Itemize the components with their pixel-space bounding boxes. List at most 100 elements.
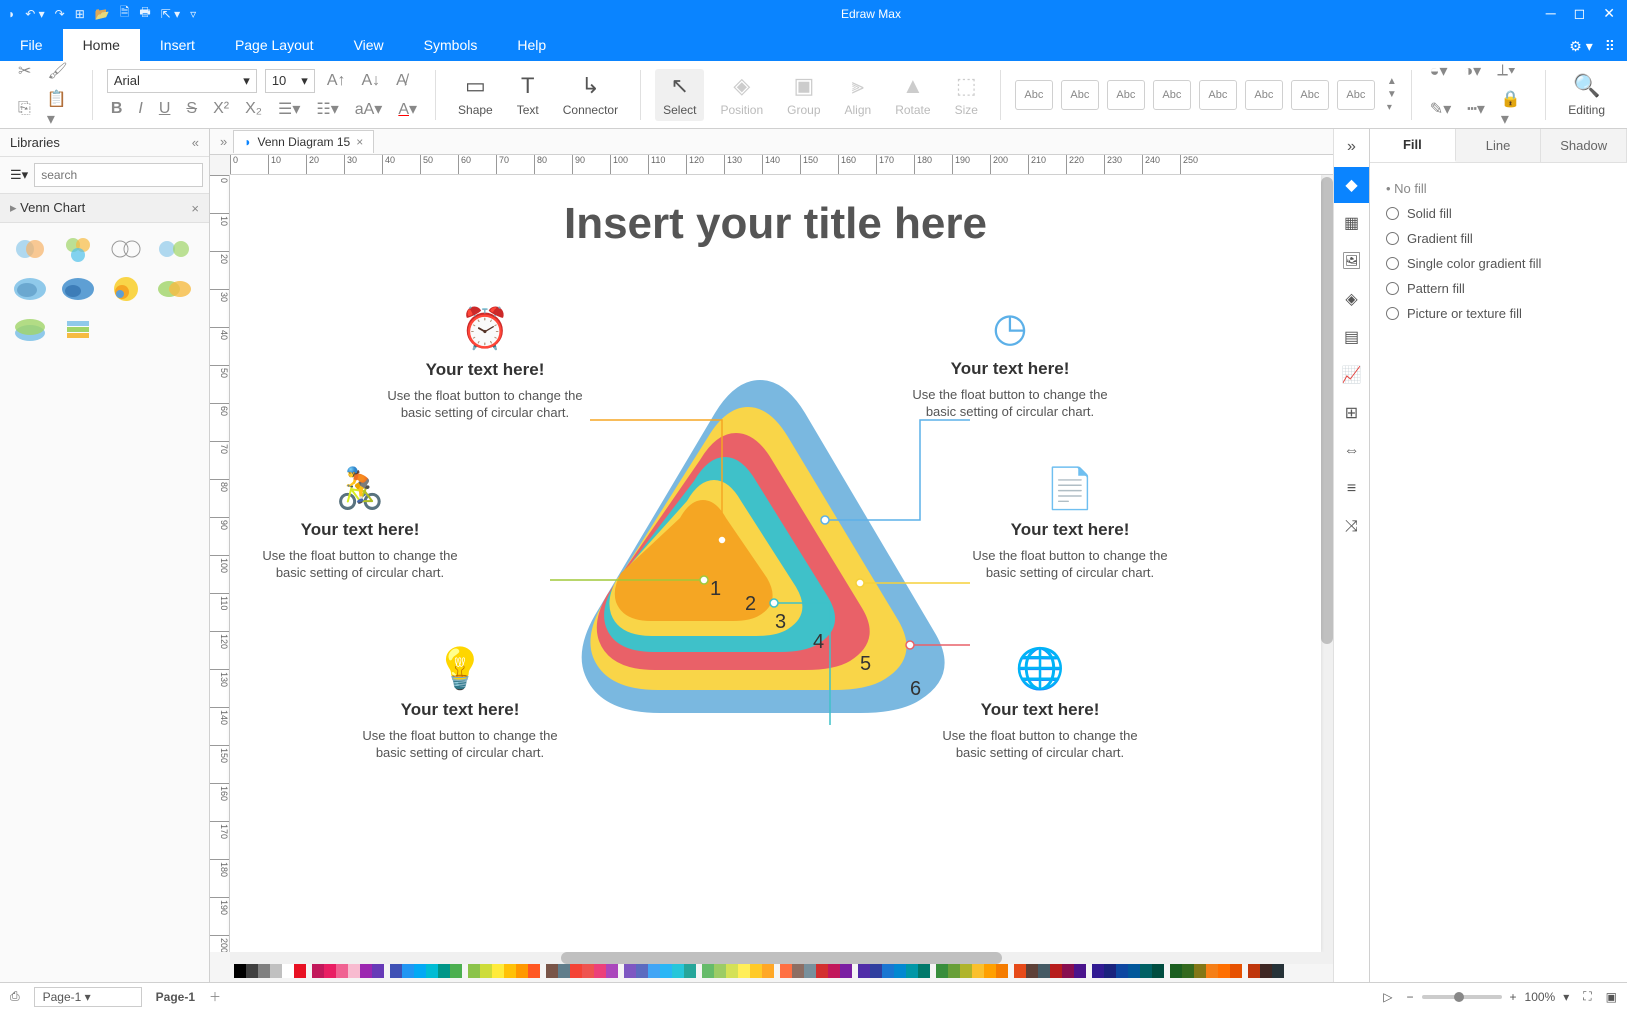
linespacing-icon[interactable]: ☰▾ [274,97,304,121]
color-swatch[interactable] [1194,964,1206,978]
zoom-value[interactable]: 100% [1525,990,1556,1004]
page-select[interactable]: Page-1 ▾ [34,987,142,1007]
color-swatch[interactable] [936,964,948,978]
color-swatch[interactable] [1140,964,1152,978]
color-swatch[interactable] [558,964,570,978]
color-swatch[interactable] [546,964,558,978]
shadow-icon[interactable]: ◑▾ [1459,59,1485,83]
bold-icon[interactable]: B [107,98,127,120]
color-swatch[interactable] [648,964,660,978]
style-scroll-icon[interactable]: ▲ [1387,76,1397,87]
lib-shape[interactable] [154,233,194,265]
color-swatch[interactable] [750,964,762,978]
color-swatch[interactable] [1182,964,1194,978]
color-swatch[interactable] [726,964,738,978]
color-swatch[interactable] [1092,964,1104,978]
color-swatch[interactable] [1248,964,1260,978]
menu-tab-insert[interactable]: Insert [140,29,215,61]
color-swatch[interactable] [360,964,372,978]
color-swatch[interactable] [504,964,516,978]
style-chip[interactable]: Abc [1291,80,1329,110]
strike-icon[interactable]: S [182,98,201,120]
collapse-libraries-icon[interactable]: « [192,135,199,150]
settings-icon[interactable]: ⚙ ▾ [1569,38,1592,55]
color-swatch[interactable] [816,964,828,978]
color-swatch[interactable] [660,964,672,978]
copy-icon[interactable]: ⎘ [14,98,35,120]
color-swatch[interactable] [972,964,984,978]
style-gallery[interactable]: AbcAbcAbcAbcAbcAbcAbcAbc▲▼▾ [1015,76,1397,113]
color-swatch[interactable] [1272,964,1284,978]
menu-tab-help[interactable]: Help [497,29,566,61]
lib-shape[interactable] [106,273,146,305]
color-swatch[interactable] [480,964,492,978]
shuffle-icon[interactable]: ⤨ [1334,509,1370,545]
color-swatch[interactable] [492,964,504,978]
lib-shape[interactable] [10,233,50,265]
scrollbar-h[interactable] [230,952,1333,964]
fill-option-pattern[interactable]: Pattern fill [1386,281,1611,296]
color-swatch[interactable] [870,964,882,978]
props-tab-shadow[interactable]: Shadow [1541,129,1627,162]
format-painter-icon[interactable]: 🖌 [43,59,71,83]
color-swatch[interactable] [1260,964,1272,978]
redo-icon[interactable]: ↷ [55,7,65,21]
font-select[interactable]: Arial▾ [107,69,257,93]
pen-icon[interactable]: ✎▾ [1426,97,1455,121]
color-swatch[interactable] [702,964,714,978]
paste-icon[interactable]: 📋▾ [43,87,78,131]
props-tab-line[interactable]: Line [1456,129,1542,162]
pages-icon[interactable]: ⎙ [10,989,20,1004]
library-search-input[interactable] [34,163,203,187]
color-swatch[interactable] [1026,964,1038,978]
color-swatch[interactable] [684,964,696,978]
callout-1[interactable]: ⏰ Your text here! Use the float button t… [385,305,585,422]
color-swatch[interactable] [258,964,270,978]
color-swatch[interactable] [918,964,930,978]
callout-6[interactable]: 🌐 Your text here! Use the float button t… [940,645,1140,762]
zoom-in-icon[interactable]: + [1510,990,1517,1004]
document-tab[interactable]: ◗ Venn Diagram 15 × [233,130,374,153]
print-icon[interactable]: 🖶 [139,3,150,24]
color-swatch[interactable] [984,964,996,978]
color-swatch[interactable] [1050,964,1062,978]
color-swatch[interactable] [894,964,906,978]
qat-more-icon[interactable]: ▿ [190,7,196,21]
menu-tab-file[interactable]: File [0,29,63,61]
fill-option-picture[interactable]: Picture or texture fill [1386,306,1611,321]
fill-option-solid[interactable]: Solid fill [1386,206,1611,221]
new-icon[interactable]: ⊞ [75,7,85,21]
onion-diagram[interactable]: 123456 [550,365,970,725]
color-swatch[interactable] [570,964,582,978]
theme-icon[interactable]: ◆ [1334,167,1370,203]
grid-icon[interactable]: ▦ [1334,205,1370,241]
text-button[interactable]: TText [509,69,547,121]
superscript-icon[interactable]: X² [209,98,233,120]
underline-icon[interactable]: U [155,98,175,120]
callout-4[interactable]: 📄 Your text here! Use the float button t… [970,465,1170,582]
color-swatch[interactable] [516,964,528,978]
color-swatch[interactable] [450,964,462,978]
fontcolor-icon[interactable]: A▾ [394,97,421,121]
color-swatch[interactable] [948,964,960,978]
color-swatch[interactable] [270,964,282,978]
color-swatch[interactable] [792,964,804,978]
menu-tab-symbols[interactable]: Symbols [404,29,498,61]
bullets-icon[interactable]: ☷▾ [312,97,342,121]
diagram-title[interactable]: Insert your title here [230,199,1321,249]
props-tab-fill[interactable]: Fill [1370,129,1456,162]
color-swatch[interactable] [1152,964,1164,978]
lib-shape[interactable] [58,313,98,345]
color-swatch[interactable] [1218,964,1230,978]
export-icon[interactable]: ⇱ ▾ [161,7,180,21]
callout-5[interactable]: 💡 Your text here! Use the float button t… [360,645,560,762]
color-swatch[interactable] [390,964,402,978]
color-swatch[interactable] [234,964,246,978]
style-scroll-icon[interactable]: ▼ [1387,89,1397,100]
fill-icon[interactable]: ◒▾ [1426,59,1452,83]
maximize-icon[interactable]: ◻ [1574,5,1586,22]
connector-button[interactable]: ↳Connector [555,69,626,121]
fill-option-gradient[interactable]: Gradient fill [1386,231,1611,246]
color-swatch[interactable] [624,964,636,978]
color-swatch[interactable] [1116,964,1128,978]
